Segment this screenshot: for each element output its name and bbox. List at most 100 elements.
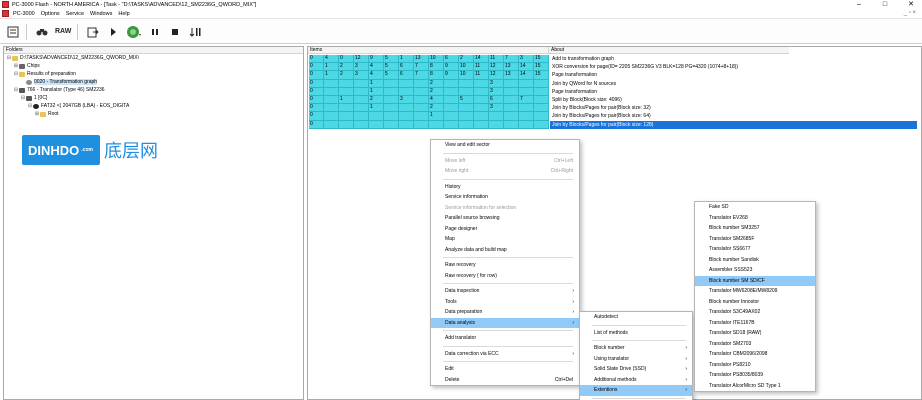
tree-item[interactable]: 0020 - Transformation graph [4,78,303,86]
menu-item-list-of-methods[interactable]: List of methods [580,328,692,339]
menu-item-solid-state-drive-ssd[interactable]: Solid State Drive (SSD) › [580,364,692,375]
about-row[interactable]: XOR conversion for page(ID= 2205 SM2236G… [550,63,917,71]
tree-item[interactable]: ⊟ FAT32 <( 2047GB (LBA) - EOS_DIGITA [4,102,303,110]
about-row[interactable]: Add to transformation graph [550,55,917,63]
tree-item[interactable]: ⊟ 1 [0C] [4,94,303,102]
menu-item-data-preparation[interactable]: Data preparation › [431,307,579,318]
items-row[interactable]: 0 1 2 3 [309,104,549,113]
menu-item-translator-ps8210[interactable]: Translator PS8210 [695,360,815,371]
menu-item-fake-sd[interactable]: Fake SD [695,202,815,213]
menu-item-translator-sm2703[interactable]: Translator SM2703 [695,339,815,350]
menu-item-translator-ps8035-8039[interactable]: Translator PS8035/8039 [695,370,815,381]
items-cell [384,120,399,128]
menu-item-page-designer[interactable]: Page designer [431,224,579,235]
menu-item-autodetect[interactable]: Autodetect [580,312,692,323]
stop-button[interactable] [168,24,182,40]
menu-item-raw-recovery-for-row[interactable]: Raw recovery ( for row) [431,271,579,282]
items-row[interactable]: 0 [309,120,549,129]
items-row[interactable]: 0 1 2 3 4 5 6 7 8 9 10 11 12 13 14 15 [309,63,549,72]
minimize-button[interactable]: – [854,0,864,9]
items-row[interactable]: 0 1 2 3 [309,79,549,88]
menu-item-block-number-innostor[interactable]: Block number Innostor [695,297,815,308]
menu-item-assembler-sss523[interactable]: Assembler SSS523 [695,265,815,276]
about-row[interactable]: Join by Blocks/Pages for pair(Block size… [550,112,917,120]
menu-help[interactable]: Help [118,11,129,17]
binoculars-button[interactable] [35,24,49,40]
pause-button[interactable] [148,24,162,40]
menu-item-block-number-sm-sd-cf[interactable]: Block number SM SD/CF [695,275,815,286]
menu-item-label: Move left [445,157,466,164]
menu-item-translator-sm2685f[interactable]: Translator SM2685F [695,234,815,245]
menu-item-additional-methods[interactable]: Additional methods › [580,375,692,386]
tree-item[interactable]: ⊟ Results of preparation [4,70,303,78]
menu-item-translator-ite1167b[interactable]: Translator ITE1167B [695,318,815,329]
menu-item-add-translator[interactable]: Add translator [431,333,579,344]
about-row[interactable]: Split by Block(Block size: 4096) [550,96,917,104]
menu-item-translator-cbm2096-2098[interactable]: Translator CBM2096/2098 [695,349,815,360]
menu-item-using-translator[interactable]: Using translator › [580,354,692,365]
menu-item-translator-mw6208e-mw8209[interactable]: Translator MW6208E/MW8209 [695,286,815,297]
menu-item-analyze-data-and-build-map[interactable]: Analyze data and build map [431,245,579,256]
menu-item-label: Page designer [445,225,478,232]
menu-item-extentions[interactable]: Extentions › [580,385,692,396]
items-row[interactable]: 0 1 2 3 [309,87,549,96]
items-cell: 2 [369,95,384,104]
items-row[interactable]: 01 [309,112,549,121]
items-cell [519,79,534,87]
menu-pc3000[interactable]: PC-3000 [13,11,35,17]
mdi-controls[interactable]: _ ▫ × [904,10,916,16]
menu-item-tools[interactable]: Tools › [431,297,579,308]
raw-button[interactable]: RAW [55,24,71,40]
about-row[interactable]: Join by QWord for N sources [550,80,917,88]
submenu-arrow-icon: › [685,355,687,362]
menu-item-edit[interactable]: Edit [431,364,579,375]
menu-item-label: History [445,183,461,190]
menu-item-translator-s3c49ax02[interactable]: Translator S3C49AX02 [695,307,815,318]
about-row[interactable]: Page transformation [550,71,917,79]
menu-service[interactable]: Service [66,11,84,17]
menu-options[interactable]: Options [41,11,60,17]
close-button[interactable]: ✕ [906,0,916,9]
tree-item[interactable]: ⊞ Root [4,110,303,118]
menu-item-history[interactable]: History [431,182,579,193]
menu-item-data-correction-via-ecc[interactable]: Data correction via ECC › [431,349,579,360]
tree-item[interactable]: ⊟ 766 - Translator (Type 46) SM2236 [4,86,303,94]
items-cell: 7 [504,55,519,63]
menu-windows[interactable]: Windows [90,11,112,17]
about-row[interactable]: Join by Blocks/Pages for pair(Block size… [550,120,917,129]
about-row[interactable]: Join by Blocks/Pages for pair(Block size… [550,104,917,112]
task-properties-button[interactable] [6,24,20,40]
items-row[interactable]: 0 1 2 3 4 5 6 7 8 9 10 11 12 13 14 15 [309,71,549,80]
menu-item-data-analysis[interactable]: Data analysis › [431,317,579,328]
play-button[interactable] [106,24,120,40]
sort-button[interactable] [188,24,202,40]
folder-tree: ⊟ D:\TASKS\ADVANCED\12_SM2236G_QWORD_MIX\… [4,54,303,118]
menu-separator [443,257,573,258]
tree-item[interactable]: ⊟ D:\TASKS\ADVANCED\12_SM2236G_QWORD_MIX\ [4,54,303,62]
menu-item-raw-recovery[interactable]: Raw recovery [431,260,579,271]
items-row[interactable]: 0 1 2 3 4 5 6 7 [309,95,549,105]
run-menu-button[interactable] [126,24,142,40]
tree-item[interactable]: ⊞ Chips [4,62,303,70]
menu-item-parallel-source-browsing[interactable]: Parallel source browsing [431,213,579,224]
menu-item-label: Translator EV268 [709,214,748,221]
menu-item-translator-alcormicro-sd-type-1[interactable]: Translator AlcorMicro SD Type 1 [695,381,815,392]
menu-item-block-number-sm3257[interactable]: Block number SM3257 [695,223,815,234]
folders-panel: Folders ⊟ D:\TASKS\ADVANCED\12_SM2236G_QW… [3,46,304,400]
menu-item-map[interactable]: Map [431,234,579,245]
menu-item-block-number-sandisk[interactable]: Block number Sandisk [695,255,815,266]
menu-item-block-number[interactable]: Block number › [580,343,692,354]
menu-item-view-and-edit-sector[interactable]: View and edit sector [431,140,579,151]
menu-item-translator-sd18-raw[interactable]: Translator SD18 (RAW) [695,328,815,339]
menu-item-service-information[interactable]: Service information [431,192,579,203]
items-cell: 14 [519,63,534,71]
menu-item-delete[interactable]: Delete Ctrl+Del [431,375,579,386]
export-button[interactable] [86,24,100,40]
items-row[interactable]: 0 4 0 12 9 5 1 13 10 6 2 14 11 7 3 15 [309,55,549,64]
menu-item-translator-ss6677[interactable]: Translator SS6677 [695,244,815,255]
maximize-button[interactable]: □ [880,0,890,9]
menu-item-translator-ev268[interactable]: Translator EV268 [695,213,815,224]
about-row[interactable]: Page transformation [550,88,917,96]
menu-item-label: Add translator [445,335,477,341]
menu-item-data-inspection[interactable]: Data inspection › [431,286,579,297]
